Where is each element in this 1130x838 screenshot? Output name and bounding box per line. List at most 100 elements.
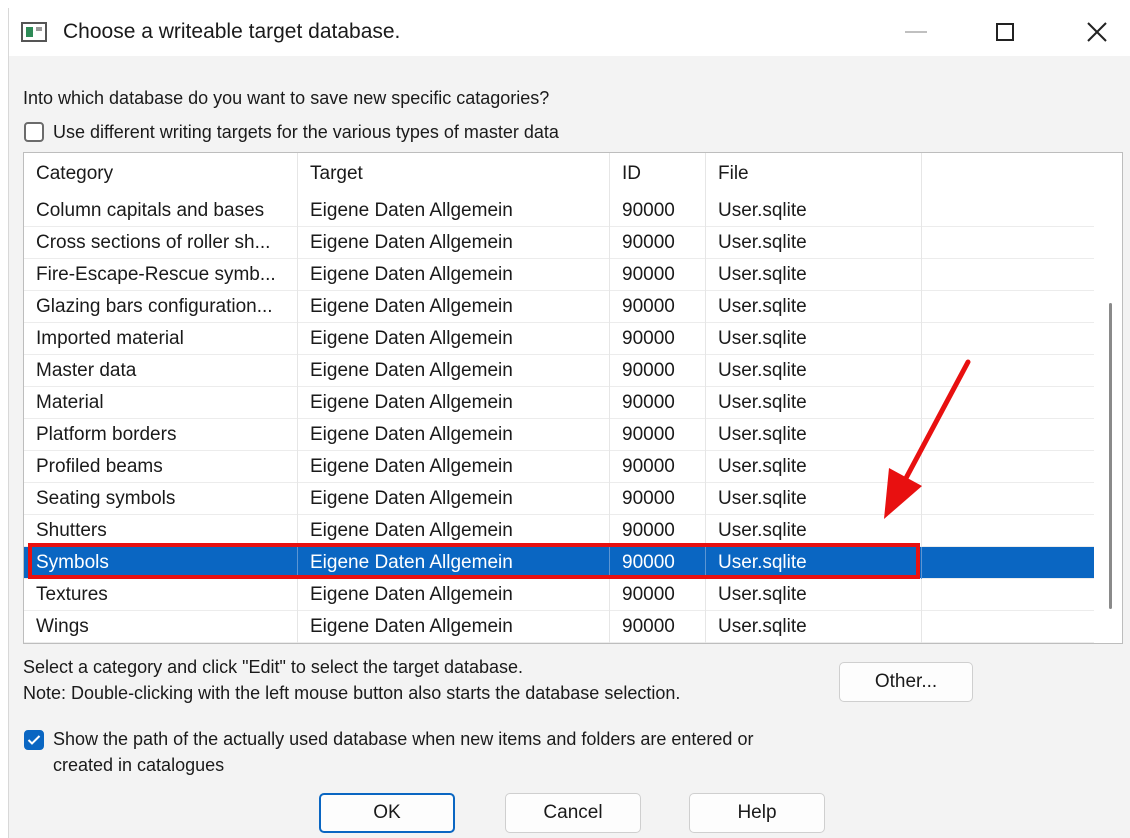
column-header-category[interactable]: Category [24, 153, 298, 195]
hint-line-1: Select a category and click "Edit" to se… [23, 657, 524, 677]
table-row[interactable]: Column capitals and bases Eigene Daten Al… [24, 195, 1094, 227]
cell-target: Eigene Daten Allgemein [298, 323, 610, 355]
cell-file: User.sqlite [706, 547, 922, 579]
cell-category: Glazing bars configuration... [24, 291, 298, 323]
cell-category: Symbols [24, 547, 298, 579]
cell-category: Seating symbols [24, 483, 298, 515]
cell-id: 90000 [610, 195, 706, 227]
cell-id: 90000 [610, 611, 706, 643]
cell-id: 90000 [610, 451, 706, 483]
table-row[interactable]: Glazing bars configuration... Eigene Date… [24, 291, 1094, 323]
cell-id: 90000 [610, 547, 706, 579]
cell-category: Master data [24, 355, 298, 387]
cell-target: Eigene Daten Allgemein [298, 419, 610, 451]
cell-category: Column capitals and bases [24, 195, 298, 227]
show-path-checkbox[interactable] [24, 730, 44, 750]
cell-target: Eigene Daten Allgemein [298, 195, 610, 227]
cell-target: Eigene Daten Allgemein [298, 227, 610, 259]
cell-id: 90000 [610, 387, 706, 419]
category-list[interactable]: Category Target ID File Column capitals … [23, 152, 1123, 644]
vertical-scrollbar[interactable] [1100, 153, 1122, 643]
table-row-selected[interactable]: Symbols Eigene Daten Allgemein 90000 User.s… [24, 547, 1094, 579]
cell-target: Eigene Daten Allgemein [298, 451, 610, 483]
cell-file: User.sqlite [706, 483, 922, 515]
cell-file: User.sqlite [706, 451, 922, 483]
other-button[interactable]: Other... [839, 662, 973, 702]
minimize-icon [905, 31, 927, 33]
hint-text: Select a category and click "Edit" to se… [23, 654, 680, 706]
close-button[interactable] [1073, 8, 1121, 56]
cell-category: Shutters [24, 515, 298, 547]
list-header: Category Target ID File [24, 153, 1094, 195]
different-targets-label[interactable]: Use different writing targets for the va… [53, 122, 559, 143]
table-row[interactable]: Platform borders Eigene Daten Allgemein 90… [24, 419, 1094, 451]
table-row[interactable]: Profiled beams Eigene Daten Allgemein 9000… [24, 451, 1094, 483]
cell-target: Eigene Daten Allgemein [298, 291, 610, 323]
cell-category: Fire-Escape-Rescue symb... [24, 259, 298, 291]
table-row[interactable]: Textures Eigene Daten Allgemein 90000 User.… [24, 579, 1094, 611]
table-row[interactable]: Wings Eigene Daten Allgemein 90000 User.sql… [24, 611, 1094, 643]
maximize-button[interactable] [981, 8, 1029, 56]
hint-line-2: Note: Double-clicking with the left mous… [23, 683, 681, 703]
cell-id: 90000 [610, 355, 706, 387]
cell-target: Eigene Daten Allgemein [298, 259, 610, 291]
window-title: Choose a writeable target database. [63, 20, 401, 43]
table-row[interactable]: Imported material Eigene Daten Allgemein 9… [24, 323, 1094, 355]
table-row[interactable]: Material Eigene Daten Allgemein 90000 User.… [24, 387, 1094, 419]
cell-target: Eigene Daten Allgemein [298, 579, 610, 611]
column-header-target[interactable]: Target [298, 153, 610, 195]
cell-file: User.sqlite [706, 323, 922, 355]
minimize-button[interactable] [892, 8, 940, 56]
cell-id: 90000 [610, 419, 706, 451]
cell-target: Eigene Daten Allgemein [298, 515, 610, 547]
cell-category: Material [24, 387, 298, 419]
cell-target: Eigene Daten Allgemein [298, 355, 610, 387]
maximize-icon [996, 23, 1014, 41]
cell-file: User.sqlite [706, 515, 922, 547]
cell-category: Imported material [24, 323, 298, 355]
cell-category: Cross sections of roller sh... [24, 227, 298, 259]
cell-target: Eigene Daten Allgemein [298, 547, 610, 579]
cell-file: User.sqlite [706, 611, 922, 643]
question-label: Into which database do you want to save … [23, 88, 550, 108]
table-row[interactable]: Seating symbols Eigene Daten Allgemein 900… [24, 483, 1094, 515]
cell-category: Profiled beams [24, 451, 298, 483]
column-header-id[interactable]: ID [610, 153, 706, 195]
cell-file: User.sqlite [706, 259, 922, 291]
cancel-button[interactable]: Cancel [505, 793, 641, 833]
cell-id: 90000 [610, 515, 706, 547]
table-row[interactable]: Cross sections of roller sh... Eigene Dat… [24, 227, 1094, 259]
cell-file: User.sqlite [706, 387, 922, 419]
cell-category: Platform borders [24, 419, 298, 451]
show-path-label[interactable]: Show the path of the actually used datab… [53, 726, 813, 778]
cell-id: 90000 [610, 227, 706, 259]
cell-file: User.sqlite [706, 227, 922, 259]
table-row[interactable]: Shutters Eigene Daten Allgemein 90000 User.… [24, 515, 1094, 547]
help-button[interactable]: Help [689, 793, 825, 833]
ok-button[interactable]: OK [319, 793, 455, 833]
column-header-file[interactable]: File [706, 153, 922, 195]
cell-target: Eigene Daten Allgemein [298, 387, 610, 419]
cell-id: 90000 [610, 259, 706, 291]
cell-id: 90000 [610, 323, 706, 355]
close-icon [1087, 22, 1107, 42]
title-bar: Choose a writeable target database. [9, 8, 1130, 56]
cell-id: 90000 [610, 579, 706, 611]
cell-category: Wings [24, 611, 298, 643]
scrollbar-thumb[interactable] [1109, 303, 1112, 609]
cell-file: User.sqlite [706, 419, 922, 451]
cell-file: User.sqlite [706, 291, 922, 323]
different-targets-checkbox[interactable] [24, 122, 44, 142]
cell-target: Eigene Daten Allgemein [298, 611, 610, 643]
cell-file: User.sqlite [706, 355, 922, 387]
cell-target: Eigene Daten Allgemein [298, 483, 610, 515]
table-row[interactable]: Fire-Escape-Rescue symb... Eigene Daten A… [24, 259, 1094, 291]
table-row[interactable]: Master data Eigene Daten Allgemein 90000 Us… [24, 355, 1094, 387]
cell-id: 90000 [610, 483, 706, 515]
app-icon [21, 22, 47, 42]
cell-file: User.sqlite [706, 579, 922, 611]
checkmark-icon [27, 735, 41, 745]
cell-category: Textures [24, 579, 298, 611]
dialog-window: Choose a writeable target database. Into… [8, 8, 1130, 838]
cell-id: 90000 [610, 291, 706, 323]
